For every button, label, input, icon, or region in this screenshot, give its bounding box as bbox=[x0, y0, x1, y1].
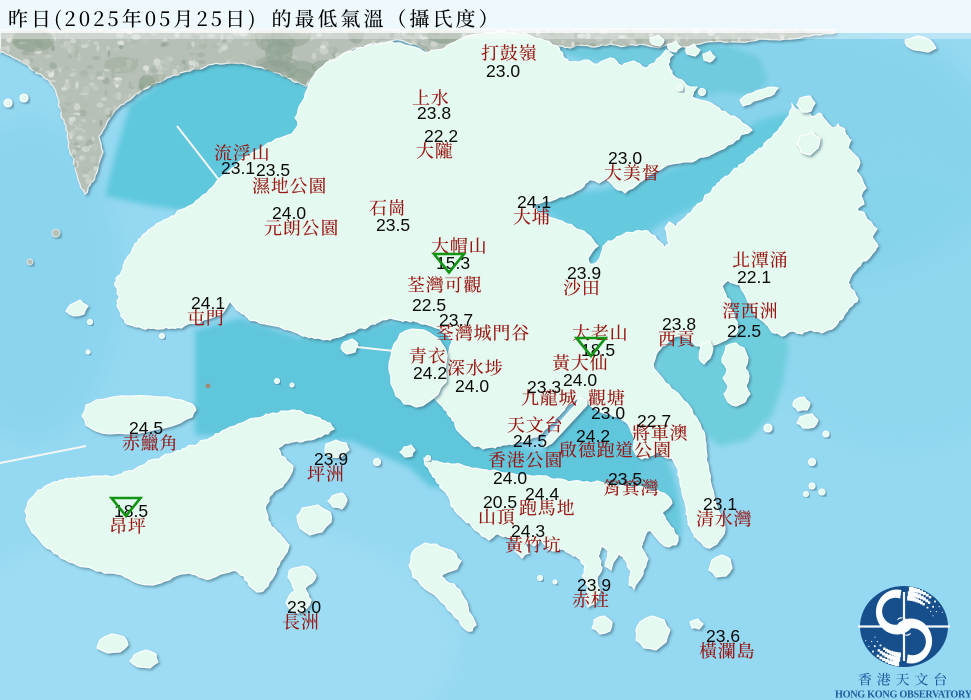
svg-text:24.0: 24.0 bbox=[455, 376, 489, 396]
svg-text:23.0: 23.0 bbox=[486, 61, 520, 81]
svg-text:23.1: 23.1 bbox=[703, 494, 737, 514]
svg-text:22.7: 22.7 bbox=[637, 411, 671, 431]
svg-text:23.1: 23.1 bbox=[221, 158, 255, 178]
svg-text:20.5: 20.5 bbox=[483, 492, 517, 512]
svg-text:23.9: 23.9 bbox=[567, 263, 601, 283]
svg-text:24.0: 24.0 bbox=[272, 203, 306, 223]
svg-text:23.7: 23.7 bbox=[439, 310, 473, 330]
svg-text:24.0: 24.0 bbox=[493, 468, 527, 488]
svg-text:22.2: 22.2 bbox=[424, 126, 458, 146]
svg-text:23.0: 23.0 bbox=[591, 403, 625, 423]
svg-text:22.5: 22.5 bbox=[727, 321, 761, 341]
svg-text:23.5: 23.5 bbox=[256, 160, 290, 180]
svg-text:24.5: 24.5 bbox=[129, 418, 163, 438]
svg-text:23.9: 23.9 bbox=[577, 575, 611, 595]
svg-text:24.1: 24.1 bbox=[517, 192, 551, 212]
svg-text:23.6: 23.6 bbox=[706, 626, 740, 646]
svg-text:23.0: 23.0 bbox=[287, 597, 321, 617]
svg-text:23.8: 23.8 bbox=[417, 103, 451, 123]
svg-text:23.5: 23.5 bbox=[608, 469, 642, 489]
svg-text:24.2: 24.2 bbox=[413, 363, 447, 383]
svg-text:22.1: 22.1 bbox=[737, 267, 771, 287]
svg-text:23.3: 23.3 bbox=[527, 377, 561, 397]
svg-text:24.1: 24.1 bbox=[191, 293, 225, 313]
svg-text:23.5: 23.5 bbox=[376, 215, 410, 235]
svg-text:24.2: 24.2 bbox=[576, 426, 610, 446]
svg-text:24.0: 24.0 bbox=[563, 370, 597, 390]
svg-text:HONG KONG OBSERVATORY: HONG KONG OBSERVATORY bbox=[835, 690, 971, 700]
svg-text:24.4: 24.4 bbox=[525, 484, 559, 504]
svg-text:23.0: 23.0 bbox=[608, 148, 642, 168]
svg-text:23.9: 23.9 bbox=[314, 449, 348, 469]
svg-text:24.5: 24.5 bbox=[513, 431, 547, 451]
svg-text:23.8: 23.8 bbox=[662, 314, 696, 334]
svg-text:24.3: 24.3 bbox=[511, 521, 545, 541]
